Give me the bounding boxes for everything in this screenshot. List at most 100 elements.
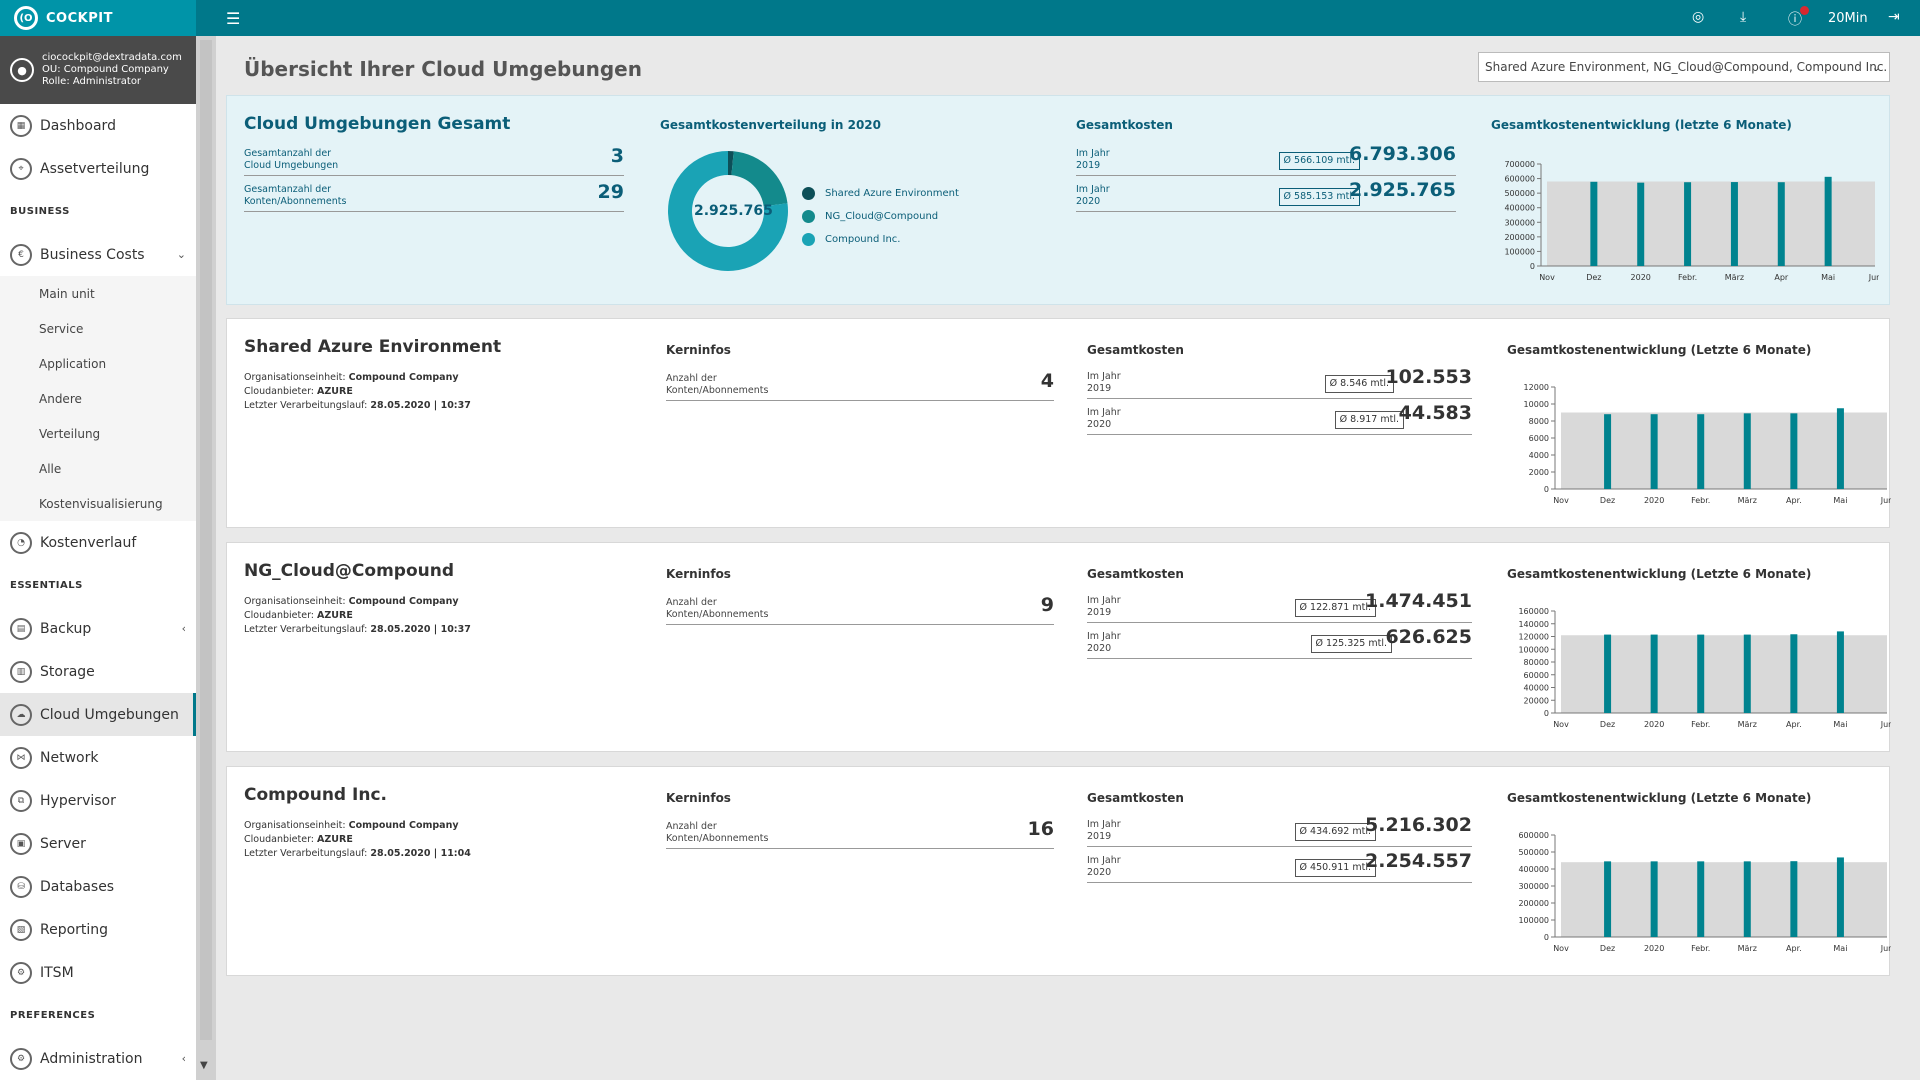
- environment-select-value: Shared Azure Environment, NG_Cloud@Compo…: [1485, 60, 1888, 74]
- sidebar-item-kostenverlauf[interactable]: ◔ Kostenverlauf: [0, 521, 196, 564]
- sidebar-item-dashboard[interactable]: ▦ Dashboard: [0, 104, 196, 147]
- account-circle-icon[interactable]: ◎: [1692, 9, 1704, 25]
- chart-y-tick-label: 4000: [1529, 451, 1549, 460]
- chart-x-tick-label: Febr.: [1678, 273, 1697, 282]
- sidebar-item-administration[interactable]: ⚙ Administration ‹: [0, 1037, 196, 1080]
- avg-monthly-badge: Ø 434.692 mtl.: [1294, 823, 1376, 841]
- accounts-row: Anzahl der Konten/Abonnements 4: [666, 370, 1054, 401]
- user-email: ciocockpit@dextradata.com: [42, 52, 182, 63]
- chart-bar: [1824, 176, 1832, 266]
- avg-monthly-badge: Ø 585.153 mtl.: [1278, 188, 1360, 206]
- scrollbar-thumb[interactable]: [200, 40, 212, 1040]
- chart-y-tick-label: 300000: [1518, 882, 1549, 891]
- chart-x-tick-label: Mai: [1833, 720, 1847, 729]
- sidebar-item-itsm[interactable]: ⚙ ITSM: [0, 951, 196, 994]
- session-timer: 20Min: [1828, 11, 1868, 26]
- sidebar-item-cloud-umgebungen[interactable]: ☁ Cloud Umgebungen: [0, 693, 196, 736]
- section-business: BUSINESS: [10, 206, 70, 217]
- sidebar-subitem-alle[interactable]: Alle: [0, 451, 196, 486]
- sidebar-item-server[interactable]: ▣ Server: [0, 822, 196, 865]
- avg-monthly-badge: Ø 8.546 mtl.: [1324, 375, 1394, 393]
- environment-card: Compound Inc. Organisationseinheit: Comp…: [226, 766, 1891, 976]
- avg-monthly-badge: Ø 8.917 mtl.: [1334, 411, 1404, 429]
- chart-bar: [1650, 861, 1658, 937]
- meta-run: 28.05.2020 | 10:37: [370, 400, 471, 411]
- chart-y-tick-label: 700000: [1504, 160, 1535, 169]
- sidebar-item-label: Network: [40, 749, 99, 766]
- chart-bar: [1590, 181, 1598, 266]
- backup-icon: ▤: [10, 617, 32, 640]
- sidebar-subitem-kostenvisualisierung[interactable]: Kostenvisualisierung: [0, 486, 196, 521]
- menu-toggle-icon[interactable]: ☰: [226, 9, 240, 28]
- sidebar-subitem-service[interactable]: Service: [0, 311, 196, 346]
- sidebar-item-label: Assetverteilung: [40, 160, 150, 177]
- network-icon: ⋈: [10, 746, 32, 769]
- cost-row-2019: Im Jahr 2019 Ø 566.109 mtl. 6.793.306: [1076, 143, 1456, 176]
- sidebar-subitem-andere[interactable]: Andere: [0, 381, 196, 416]
- sidebar-item-network[interactable]: ⋈ Network: [0, 736, 196, 779]
- sidebar-item-business-costs[interactable]: € Business Costs ⌄: [0, 233, 196, 276]
- chart-y-tick-label: 500000: [1518, 848, 1549, 857]
- sidebar-item-backup[interactable]: ▤ Backup ‹: [0, 607, 196, 650]
- chart-bar: [1790, 861, 1798, 937]
- chart-x-tick-label: Febr.: [1691, 720, 1710, 729]
- summary-row-environments: Gesamtanzahl der Cloud Umgebungen 3: [244, 147, 624, 176]
- sidebar-subitem-main-unit[interactable]: Main unit: [0, 276, 196, 311]
- chart-bar: [1790, 634, 1798, 713]
- total-cost-value: 626.625: [1385, 626, 1472, 648]
- environment-select[interactable]: Shared Azure Environment, NG_Cloud@Compo…: [1478, 52, 1890, 82]
- chart-x-tick-label: Dez: [1600, 720, 1615, 729]
- download-icon[interactable]: ⤓: [1740, 9, 1746, 25]
- chevron-left-icon: ‹: [181, 1052, 186, 1065]
- user-avatar-icon: ●: [10, 58, 34, 82]
- sidebar-item-hypervisor[interactable]: ⧉ Hypervisor: [0, 779, 196, 822]
- chart-y-tick-label: 400000: [1504, 204, 1535, 213]
- legend-label: NG_Cloud@Compound: [825, 211, 939, 222]
- logout-icon[interactable]: ⇥: [1888, 9, 1900, 25]
- scroll-down-icon[interactable]: ▼: [200, 1060, 208, 1071]
- reporting-icon: ▧: [10, 918, 32, 941]
- sidebar: ● ciocockpit@dextradata.com OU: Compound…: [0, 36, 196, 1080]
- total-cost-value: 102.553: [1385, 366, 1472, 388]
- legend-item: NG_Cloud@Compound: [802, 205, 959, 228]
- legend-item: Compound Inc.: [802, 228, 959, 251]
- chart-x-tick-label: Febr.: [1691, 496, 1710, 505]
- summary-row-accounts: Gesamtanzahl der Konten/Abonnements 29: [244, 183, 624, 212]
- row-label: Anzahl der: [666, 597, 717, 608]
- row-label: Anzahl der: [666, 821, 717, 832]
- legend-label: Compound Inc.: [825, 234, 901, 245]
- chart-y-tick-label: 0: [1530, 262, 1535, 271]
- chart-y-tick-label: 0: [1544, 709, 1549, 718]
- chart-y-tick-label: 6000: [1529, 434, 1549, 443]
- sidebar-item-databases[interactable]: ⛁ Databases: [0, 865, 196, 908]
- sidebar-item-storage[interactable]: ▥ Storage: [0, 650, 196, 693]
- chart-x-tick-label: Mai: [1833, 944, 1847, 953]
- sidebar-item-reporting[interactable]: ▧ Reporting: [0, 908, 196, 951]
- chart-x-tick-label: März: [1725, 273, 1744, 282]
- total-cost-value: 6.793.306: [1349, 143, 1456, 165]
- environment-name: Shared Azure Environment: [244, 337, 502, 357]
- sidebar-subitem-application[interactable]: Application: [0, 346, 196, 381]
- chart-x-tick-label: Febr.: [1691, 944, 1710, 953]
- sidebar-item-label: Databases: [40, 878, 115, 895]
- sidebar-item-label: Server: [40, 835, 86, 852]
- account-count: 4: [1040, 370, 1054, 392]
- chart-x-tick-label: Mai: [1833, 496, 1847, 505]
- chart-x-tick-label: Jun: [1880, 720, 1891, 729]
- avg-monthly-badge: Ø 450.911 mtl.: [1294, 859, 1376, 877]
- user-box: ● ciocockpit@dextradata.com OU: Compound…: [0, 36, 196, 104]
- environment-name: Compound Inc.: [244, 785, 387, 805]
- row-label: Konten/Abonnements: [666, 385, 769, 396]
- chart-y-tick-label: 120000: [1518, 633, 1549, 642]
- chart-bar: [1604, 414, 1612, 489]
- brand[interactable]: (O COCKPIT: [0, 0, 196, 36]
- donut-title: Gesamtkostenverteilung in 2020: [660, 118, 881, 132]
- total-cost-value: 5.216.302: [1365, 814, 1472, 836]
- business-costs-submenu: Main unit Service Application Andere Ver…: [0, 276, 196, 521]
- environment-name: NG_Cloud@Compound: [244, 561, 455, 581]
- sidebar-item-label: ITSM: [40, 964, 74, 981]
- sidebar-subitem-verteilung[interactable]: Verteilung: [0, 416, 196, 451]
- avg-monthly-badge: Ø 125.325 mtl.: [1310, 635, 1392, 653]
- kerninfos-title: Kerninfos: [666, 567, 731, 581]
- sidebar-item-assetverteilung[interactable]: ⌖ Assetverteilung: [0, 147, 196, 190]
